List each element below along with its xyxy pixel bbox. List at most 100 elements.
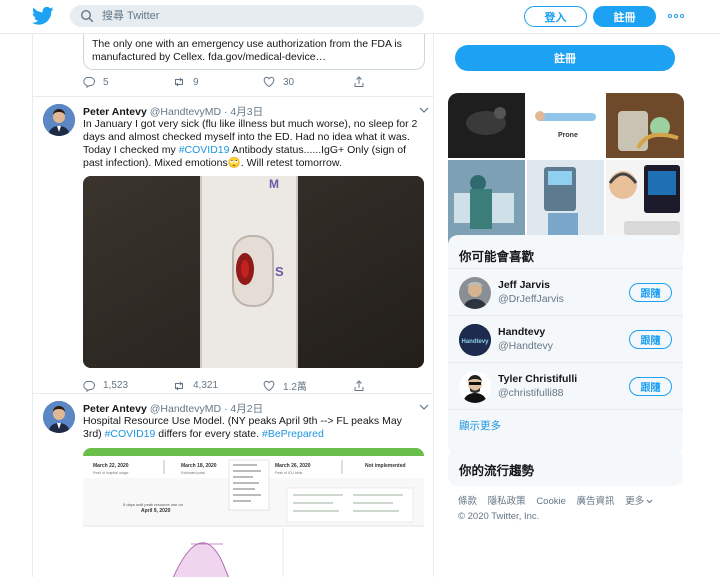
tweet-actions: 1,523 4,321 1.2萬 (83, 378, 373, 393)
tweet[interactable]: Peter Antevy @HandtevyMD · 4月2日 Hospital… (33, 393, 433, 577)
trends-panel: 你的流行趨勢 (448, 450, 683, 486)
sidebar-signup-button[interactable]: 註冊 (455, 45, 675, 71)
reply-count: 5 (103, 76, 109, 88)
show-more-link[interactable]: 顯示更多 (459, 418, 501, 433)
tweet-text: Hospital Resource Use Model. (NY peaks A… (83, 415, 423, 441)
avatar-image (459, 371, 491, 403)
footer-link-privacy[interactable]: 隱私政策 (488, 496, 526, 507)
suggestion-name[interactable]: Handtevy (498, 326, 545, 338)
tweet[interactable]: Peter Antevy @HandtevyMD · 4月3日 In Janua… (33, 96, 433, 398)
quoted-tweet-text: The only one with an emergency use autho… (92, 38, 402, 63)
hashtag-link[interactable]: #BePrepared (262, 428, 324, 440)
tweet-header: Peter Antevy @HandtevyMD · 4月3日 (83, 104, 263, 119)
retweet-icon (175, 77, 183, 87)
chevron-down-icon[interactable] (419, 403, 429, 411)
suggestion-name[interactable]: Jeff Jarvis (498, 279, 550, 291)
card-sub: Peak of ICU beds (275, 471, 303, 475)
media-note-date: April 9, 2020 (141, 508, 171, 514)
card-sub: Peak of hospital usage (93, 471, 128, 475)
top-bar: 登入 註冊 (0, 0, 720, 34)
retweet-button[interactable]: 4,321 (173, 380, 263, 392)
user-name[interactable]: Peter Antevy (83, 403, 147, 415)
search-input[interactable] (102, 10, 402, 22)
footer-more-label: 更多 (625, 496, 645, 507)
follow-button[interactable]: 跟隨 (629, 330, 672, 349)
user-name[interactable]: Peter Antevy (83, 106, 147, 118)
heart-icon (263, 380, 275, 391)
retweet-icon (175, 381, 183, 390)
footer-link-ads[interactable]: 廣告資訊 (577, 496, 615, 507)
follow-button[interactable]: 跟隨 (629, 377, 672, 396)
media-gallery[interactable]: Prone (448, 93, 684, 258)
heart-icon (263, 76, 275, 88)
media-note: 5 days until peak resource use on (123, 502, 183, 507)
retweet-count: 4,321 (193, 380, 219, 391)
hashtag-link[interactable]: #COVID19 (105, 428, 156, 440)
footer-link-terms[interactable]: 條款 (458, 496, 477, 507)
quoted-tweet[interactable]: The only one with an emergency use autho… (83, 34, 425, 70)
avatar[interactable] (459, 277, 491, 309)
footer-link-cookie[interactable]: Cookie (536, 496, 566, 507)
like-count: 30 (283, 76, 295, 88)
user-handle[interactable]: @HandtevyMD (150, 106, 221, 118)
tweet-text-part: differs for every state. (155, 428, 262, 440)
tweet-date[interactable]: · 4月3日 (224, 106, 263, 118)
who-to-follow-title: 你可能會喜歡 (459, 250, 535, 264)
avatar-image (43, 104, 75, 136)
footer: 條款 隱私政策 Cookie 廣告資訊 更多 © 2020 Twitter, I… (458, 494, 661, 524)
copyright: © 2020 Twitter, Inc. (458, 511, 540, 522)
retweet-count: 9 (193, 76, 199, 88)
reply-button[interactable]: 5 (83, 76, 173, 88)
card-date: March 26, 2020 (275, 463, 311, 469)
tweet-date[interactable]: · 4月2日 (224, 403, 263, 415)
test-cassette-image: M S (83, 176, 424, 368)
tweet-photo[interactable]: March 22, 2020 Peak of hospital usage Ma… (83, 448, 424, 577)
like-button[interactable]: 1.2萬 (263, 378, 353, 393)
s-marking: S (275, 264, 284, 279)
search-icon (80, 9, 94, 23)
follow-button[interactable]: 跟隨 (629, 283, 672, 302)
trends-title: 你的流行趨勢 (459, 464, 535, 478)
m-marking: M (269, 177, 279, 191)
tweet-photo[interactable]: M S (83, 176, 424, 368)
reply-icon (83, 380, 95, 392)
suggestion-handle[interactable]: @Handtevy (498, 340, 553, 352)
avatar-text: Handtevy (461, 339, 489, 345)
avatar[interactable]: Handtevy (459, 324, 491, 356)
avatar[interactable] (43, 401, 75, 433)
reply-count: 1,523 (103, 380, 129, 391)
timeline: The only one with an emergency use autho… (32, 34, 434, 577)
suggestion-handle[interactable]: @DrJeffJarvis (498, 293, 564, 305)
tweet-actions: 5 9 30 (83, 76, 373, 88)
card-date: Not implemented (365, 463, 406, 469)
who-to-follow-panel: 你可能會喜歡 Jeff Jarvis @DrJeffJarvis 跟隨 Hand… (448, 235, 683, 456)
share-icon (354, 379, 364, 391)
avatar[interactable] (459, 371, 491, 403)
suggestion-handle[interactable]: @christifulli88 (498, 387, 564, 399)
resource-model-screenshot: March 22, 2020 Peak of hospital usage Ma… (83, 448, 424, 577)
avatar[interactable] (43, 104, 75, 136)
card-sub: Estimated peak (181, 471, 205, 475)
follow-suggestion[interactable]: Handtevy Handtevy @Handtevy 跟隨 (448, 315, 683, 362)
reply-button[interactable]: 1,523 (83, 380, 173, 392)
hashtag-link[interactable]: #COVID19 (179, 144, 230, 156)
user-handle[interactable]: @HandtevyMD (150, 403, 221, 415)
follow-suggestion[interactable]: Tyler Christifulli @christifulli88 跟隨 (448, 362, 683, 409)
media-gallery-grid: Prone (448, 93, 684, 258)
retweet-button[interactable]: 9 (173, 76, 263, 88)
reply-icon (83, 77, 95, 88)
share-button[interactable] (353, 379, 373, 392)
suggestion-name[interactable]: Tyler Christifulli (498, 373, 577, 385)
like-button[interactable]: 30 (263, 76, 353, 88)
twitter-logo-icon[interactable] (32, 6, 54, 26)
search-box[interactable] (70, 5, 424, 27)
share-button[interactable] (353, 76, 373, 88)
login-button[interactable]: 登入 (524, 6, 587, 27)
signup-button[interactable]: 註冊 (593, 6, 656, 27)
share-icon (354, 76, 364, 87)
footer-link-more[interactable]: 更多 (625, 496, 653, 507)
more-options-icon[interactable] (668, 11, 684, 21)
follow-suggestion[interactable]: Jeff Jarvis @DrJeffJarvis 跟隨 (448, 268, 683, 315)
tweet-text: In January I got very sick (flu like ill… (83, 118, 423, 170)
chevron-down-icon[interactable] (419, 106, 429, 114)
